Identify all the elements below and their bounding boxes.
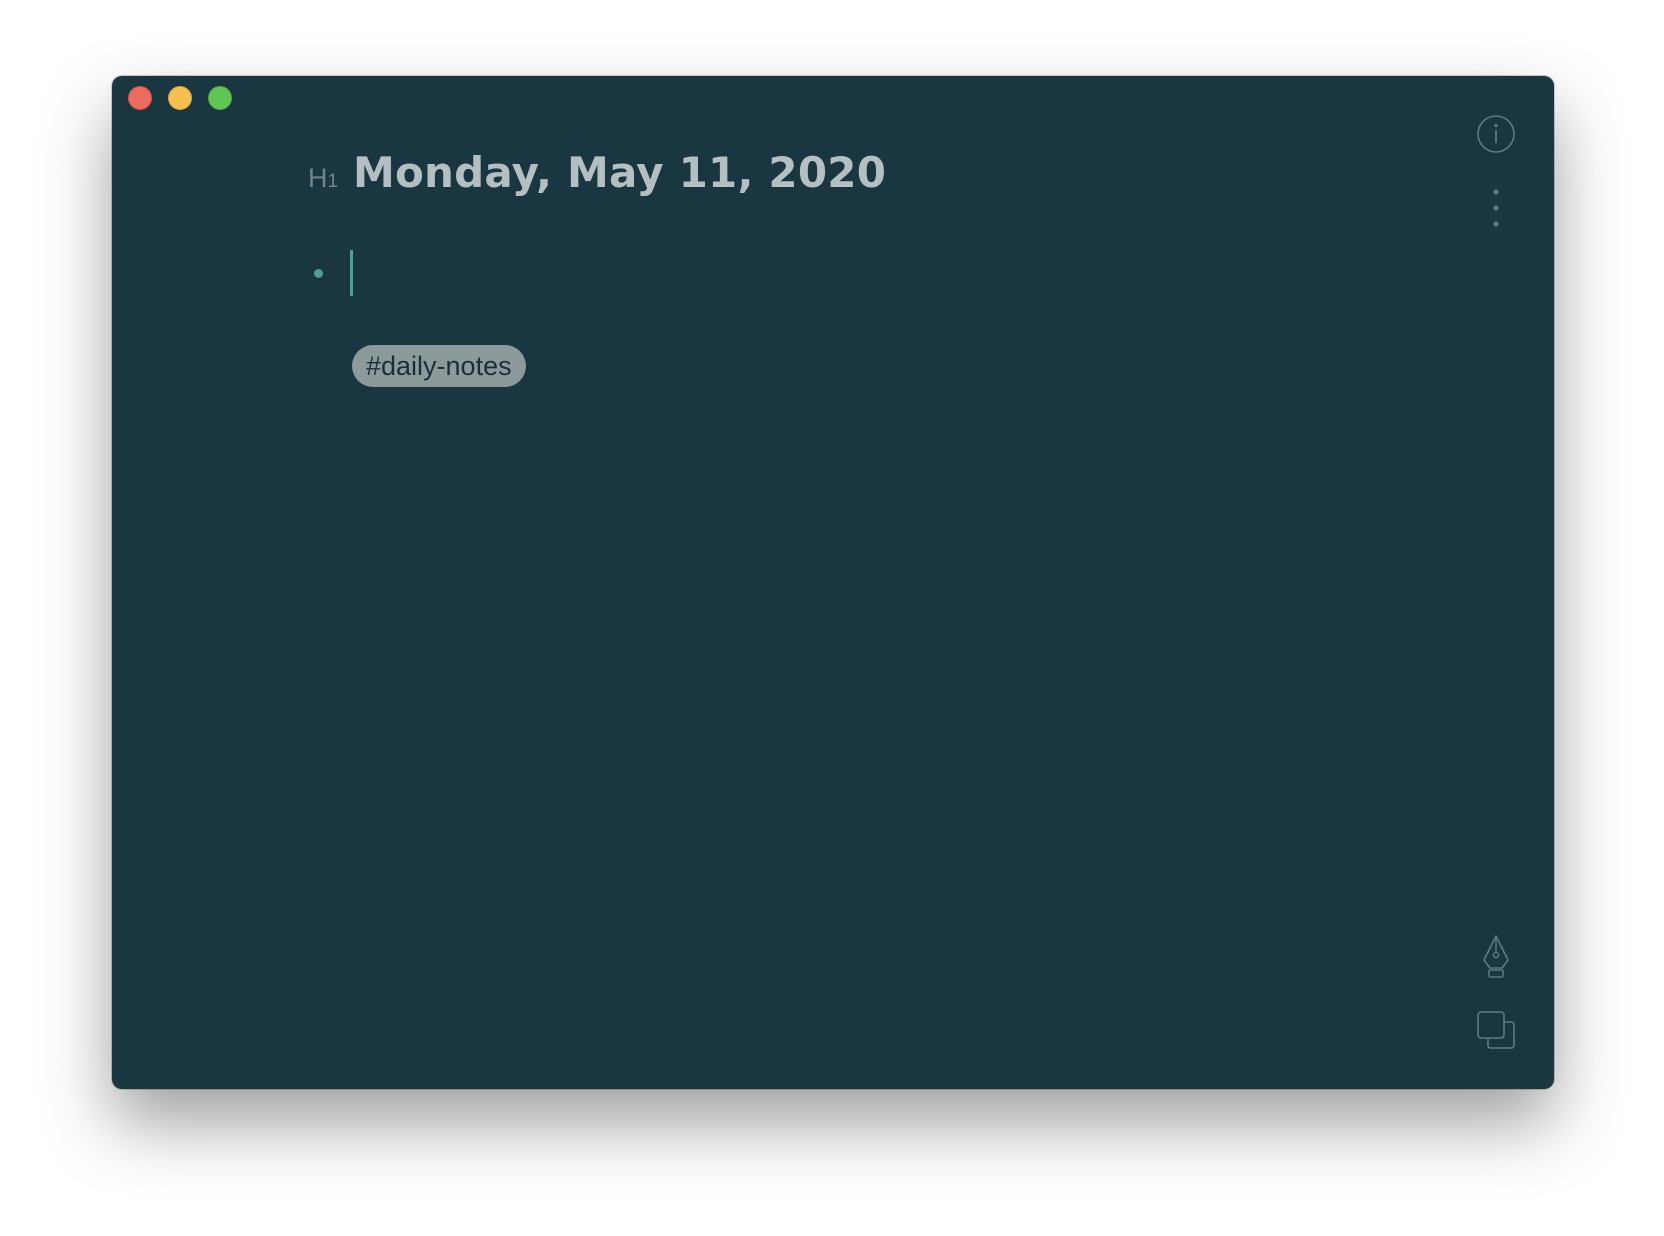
screenshot-backdrop: H1 Monday, May 11, 2020 #daily-notes bbox=[0, 0, 1664, 1236]
pen-icon bbox=[1483, 935, 1509, 978]
heading-row[interactable]: H1 Monday, May 11, 2020 bbox=[308, 148, 886, 197]
text-cursor bbox=[350, 250, 353, 296]
duplicate-button[interactable] bbox=[1476, 1010, 1516, 1050]
heading-marker-letter: H bbox=[308, 163, 328, 193]
compose-button[interactable] bbox=[1476, 934, 1516, 980]
tag-pill[interactable]: #daily-notes bbox=[352, 345, 526, 387]
zoom-window-button[interactable] bbox=[208, 86, 232, 110]
note-title[interactable]: Monday, May 11, 2020 bbox=[353, 148, 886, 197]
app-window: H1 Monday, May 11, 2020 #daily-notes bbox=[112, 76, 1554, 1089]
more-vertical-icon bbox=[1493, 189, 1499, 227]
bullet-list-item[interactable] bbox=[312, 248, 712, 296]
bullet-dot bbox=[314, 269, 323, 278]
window-controls bbox=[128, 86, 232, 110]
minimize-window-button[interactable] bbox=[168, 86, 192, 110]
close-window-button[interactable] bbox=[128, 86, 152, 110]
heading-level-marker: H1 bbox=[308, 163, 353, 194]
more-options-button[interactable] bbox=[1476, 188, 1516, 228]
info-button[interactable] bbox=[1476, 114, 1516, 154]
info-icon bbox=[1477, 115, 1515, 153]
heading-marker-level: 1 bbox=[327, 171, 339, 192]
copy-icon bbox=[1477, 1011, 1515, 1049]
